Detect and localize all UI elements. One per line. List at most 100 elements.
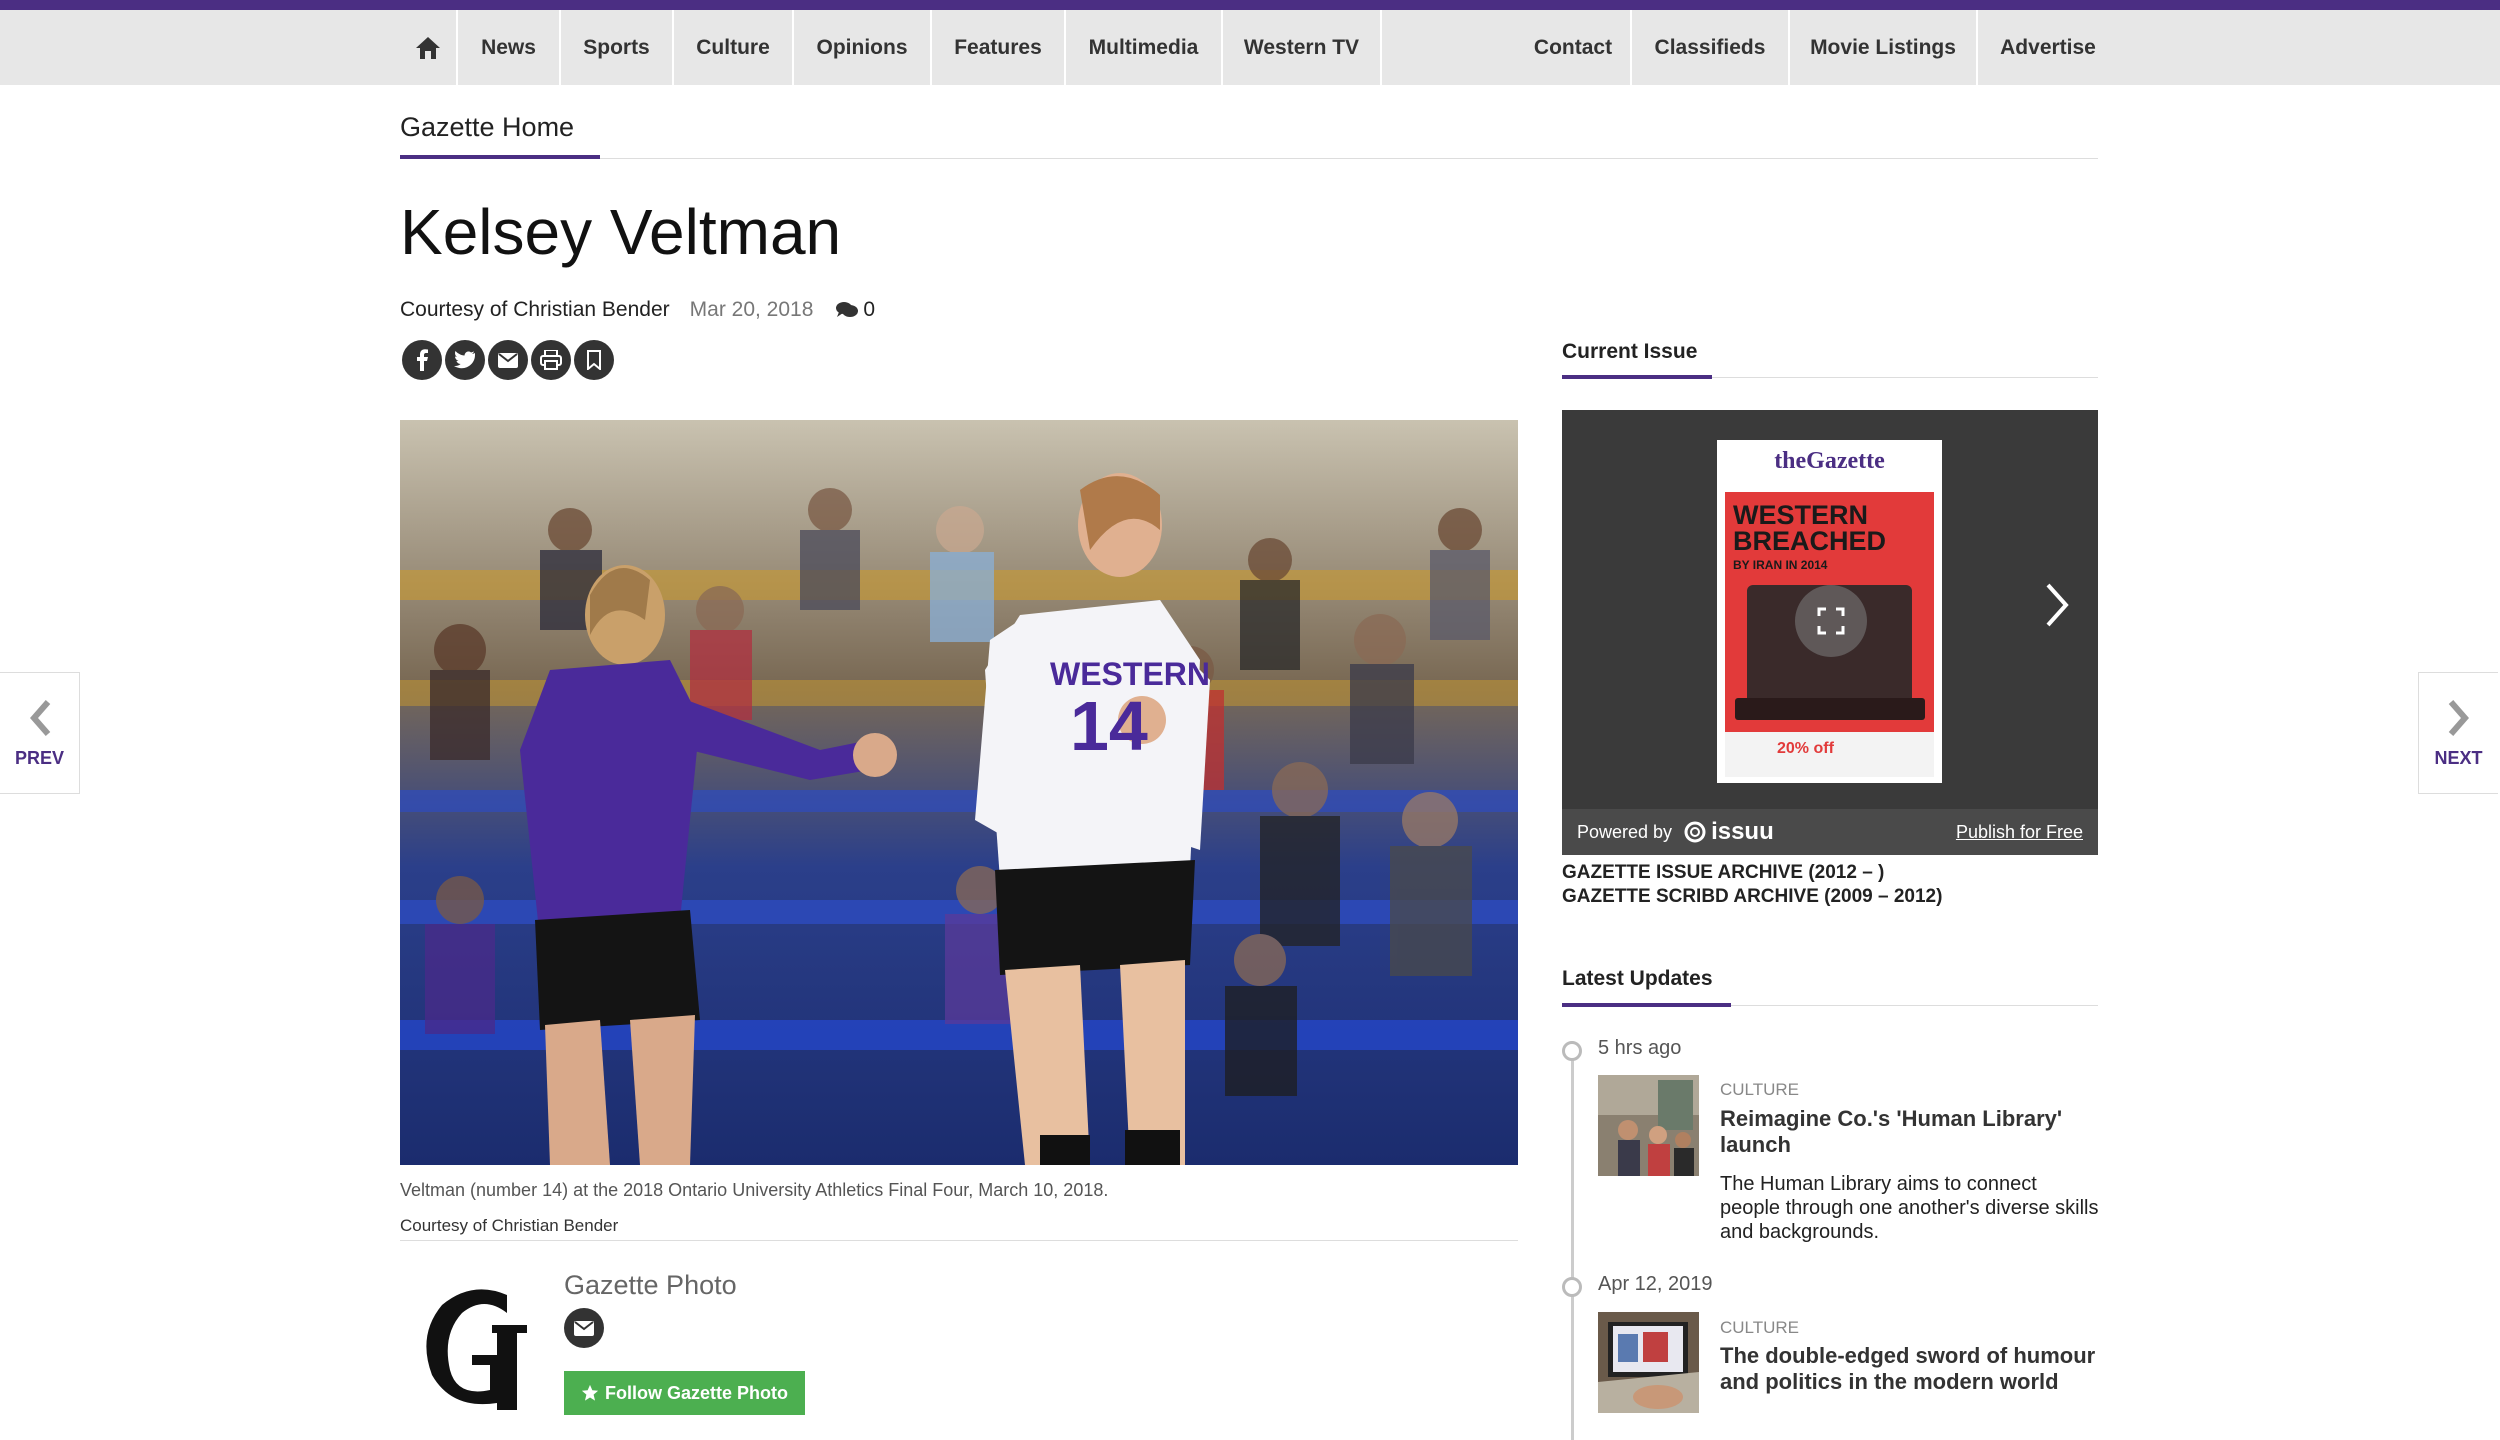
author-email-button[interactable] [564, 1308, 604, 1348]
expand-button[interactable] [1795, 585, 1867, 657]
share-buttons [402, 340, 617, 380]
follow-author-button[interactable]: Follow Gazette Photo [564, 1371, 805, 1415]
section-tab-underline [400, 155, 600, 159]
nav-item-sports[interactable]: Sports [561, 10, 674, 85]
comments-icon [836, 302, 859, 317]
issuu-footer: Powered by issuu Publish for Free [1562, 809, 2098, 855]
issue-cover[interactable]: theGazette WESTERN BREACHED BY IRAN IN 2… [1717, 440, 1942, 783]
share-twitter-button[interactable] [445, 340, 485, 380]
bookmark-button[interactable] [574, 340, 614, 380]
issuu-powered-by[interactable]: Powered by issuu [1577, 818, 1774, 846]
section-tab-gazette-home[interactable]: Gazette Home [400, 112, 574, 143]
issuu-next-page-button[interactable] [2042, 580, 2072, 635]
home-icon [416, 36, 440, 59]
nav-item-label: Movie Listings [1810, 35, 1956, 59]
article-date: Mar 20, 2018 [689, 298, 814, 321]
email-icon [574, 1320, 594, 1336]
follow-label: Follow Gazette Photo [605, 1382, 788, 1403]
human-library-photo [1598, 1075, 1699, 1176]
nav-home-button[interactable] [400, 10, 458, 85]
twitter-icon [454, 351, 475, 369]
chevron-right-icon [2046, 583, 2069, 627]
nav-item-western-tv[interactable]: Western TV [1223, 10, 1382, 85]
fullscreen-icon [1817, 607, 1845, 635]
chevron-right-icon [2448, 699, 2469, 736]
nav-item-classifieds[interactable]: Classifieds [1632, 10, 1790, 85]
update-description: The Human Library aims to connect people… [1720, 1173, 2099, 1243]
nav-item-opinions[interactable]: Opinions [794, 10, 932, 85]
facebook-icon [417, 349, 428, 371]
share-facebook-button[interactable] [402, 340, 442, 380]
nav-item-label: Advertise [2000, 35, 2096, 59]
prev-article-button[interactable]: PREV [0, 672, 80, 794]
issue-archive-link[interactable]: GAZETTE ISSUE ARCHIVE (2012 – ) [1562, 862, 1884, 884]
jersey-number: 14 [1070, 687, 1148, 765]
chevron-left-icon [29, 699, 50, 736]
update-category[interactable]: CULTURE [1720, 1080, 1799, 1100]
top-accent-line [0, 0, 2500, 10]
timeline-dot [1562, 1041, 1582, 1061]
nav-item-culture[interactable]: Culture [674, 10, 794, 85]
article-byline: Courtesy of Christian Bender Mar 20, 201… [400, 298, 875, 322]
gazette-g-logo-icon [426, 1289, 527, 1410]
bookmark-icon [587, 350, 601, 370]
laptop-photo [1598, 1312, 1699, 1413]
byline-author[interactable]: Courtesy of Christian Bender [400, 298, 670, 322]
article-title: Kelsey Veltman [400, 196, 842, 268]
author-name[interactable]: Gazette Photo [564, 1270, 737, 1301]
timeline-line [1571, 1050, 1574, 1440]
update-category[interactable]: CULTURE [1720, 1318, 1799, 1338]
image-caption: Veltman (number 14) at the 2018 Ontario … [400, 1180, 1109, 1200]
cover-headline-2: BREACHED [1733, 526, 1887, 556]
gazette-logo[interactable] [412, 1275, 542, 1415]
update-time: 5 hrs ago [1598, 1037, 1682, 1059]
article-hero-image: WESTERN 14 [400, 420, 1518, 1165]
update-title-link[interactable]: The double-edged sword of humour and pol… [1720, 1343, 2100, 1395]
scribd-archive-link[interactable]: GAZETTE SCRIBD ARCHIVE (2009 – 2012) [1562, 886, 1942, 908]
nav-item-label: Western TV [1243, 35, 1360, 59]
cover-promo: 20% off [1777, 740, 1834, 757]
caption-divider [400, 1240, 1518, 1241]
star-icon [581, 1384, 599, 1401]
next-article-button[interactable]: NEXT [2418, 672, 2498, 794]
cover-masthead: theGazette [1774, 448, 1885, 474]
prev-label: PREV [14, 747, 65, 768]
nav-item-movie-listings[interactable]: Movie Listings [1790, 10, 1978, 85]
update-thumbnail[interactable] [1598, 1312, 1699, 1413]
nav-item-label: Culture [696, 35, 770, 59]
current-issue-underline [1562, 375, 1712, 379]
volleyball-photo: WESTERN 14 [400, 420, 1518, 1165]
print-button[interactable] [531, 340, 571, 380]
publish-for-free-link[interactable]: Publish for Free [1956, 822, 2083, 843]
image-credit: Courtesy of Christian Bender [400, 1216, 619, 1235]
nav-item-label: Features [954, 35, 1042, 59]
nav-item-label: Classifieds [1654, 35, 1766, 59]
nav-item-features[interactable]: Features [932, 10, 1066, 85]
nav-item-advertise[interactable]: Advertise [1978, 10, 2118, 85]
nav-item-label: Contact [1533, 35, 1613, 59]
email-icon [498, 352, 518, 368]
nav-item-multimedia[interactable]: Multimedia [1066, 10, 1223, 85]
nav-item-label: Opinions [816, 35, 908, 59]
next-label: NEXT [2434, 747, 2483, 768]
issuu-brand: issuu [1711, 818, 1774, 845]
update-title-link[interactable]: Reimagine Co.'s 'Human Library' launch [1720, 1106, 2100, 1158]
nav-item-contact[interactable]: Contact [1516, 10, 1632, 85]
cover-headline-1: WESTERN [1733, 500, 1868, 530]
nav-item-label: Sports [583, 35, 650, 59]
latest-updates-heading: Latest Updates [1562, 967, 1713, 990]
current-issue-heading: Current Issue [1562, 340, 1698, 363]
comment-count-link[interactable]: 0 [835, 298, 875, 322]
section-divider [400, 158, 2098, 159]
nav-item-label: News [481, 35, 536, 59]
print-icon [540, 350, 562, 370]
powered-by-text: Powered by [1577, 821, 1673, 842]
issuu-embed[interactable]: theGazette WESTERN BREACHED BY IRAN IN 2… [1562, 410, 2098, 855]
issuu-logo-icon [1684, 821, 1706, 843]
share-email-button[interactable] [488, 340, 528, 380]
nav-item-news[interactable]: News [458, 10, 561, 85]
update-thumbnail[interactable] [1598, 1075, 1699, 1176]
latest-updates-underline [1562, 1003, 1731, 1007]
main-nav: News Sports Culture Opinions Features Mu… [0, 10, 2500, 85]
comment-count: 0 [863, 298, 876, 321]
